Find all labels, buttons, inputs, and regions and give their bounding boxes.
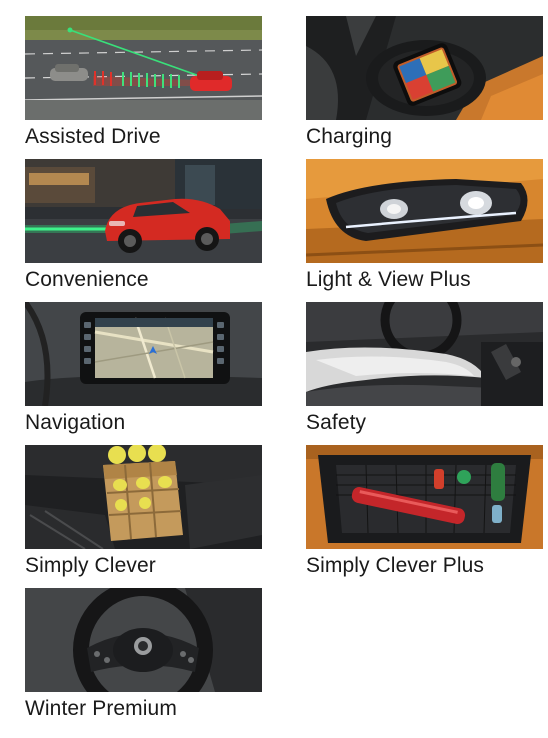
boot-cargo-net-photo[interactable] <box>306 445 543 549</box>
knee-airbag-interior-photo[interactable] <box>306 302 543 406</box>
wireless-phone-charger-photo[interactable] <box>306 16 543 120</box>
infotainment-navigation-screen-photo[interactable] <box>25 302 262 406</box>
package-label: Light & View Plus <box>306 268 471 291</box>
package-label: Charging <box>306 125 393 148</box>
car-radar-highway-photo[interactable] <box>25 16 262 120</box>
package-label: Navigation <box>25 411 126 434</box>
package-label: Winter Premium <box>25 697 177 720</box>
package-label: Simply Clever Plus <box>306 554 485 577</box>
heated-steering-wheel-photo[interactable] <box>25 588 262 692</box>
package-label: Assisted Drive <box>25 125 161 148</box>
package-label: Safety <box>306 411 367 434</box>
led-headlight-photo[interactable] <box>306 159 543 263</box>
package-label: Convenience <box>25 268 149 291</box>
red-car-parking-sensors-photo[interactable] <box>25 159 262 263</box>
boot-storage-crate-photo[interactable] <box>25 445 262 549</box>
package-label: Simply Clever <box>25 554 156 577</box>
